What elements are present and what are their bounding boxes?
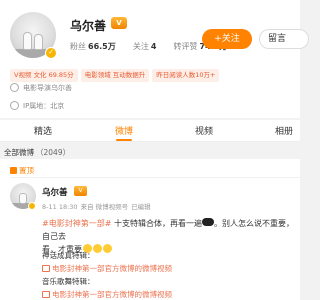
section-title: 神话成真特辑： <box>42 251 95 260</box>
verified-badge-icon: ✓ <box>45 47 57 59</box>
profile-header: ✓ 乌尔善 V 粉丝66.5万 关注4 转评赞74.9万 +关注 留言 V视频 … <box>0 0 309 118</box>
video-icon <box>42 291 50 298</box>
tab-weibo[interactable]: 微博 <box>115 124 133 137</box>
feed: 置顶 乌尔善 V 8-11 18:30 来自 微博视频号 已编辑 #电影封神第一部#… <box>0 159 300 300</box>
post-source: 来自 微博视频号 <box>80 203 129 211</box>
verified-icon <box>10 83 19 92</box>
profession-text: 电影导演乌尔善 <box>23 84 72 92</box>
weibo-count: （2049） <box>36 148 71 157</box>
fans-label: 粉丝 <box>70 42 86 51</box>
tab-video[interactable]: 视频 <box>195 124 213 137</box>
post-author-name[interactable]: 乌尔善 <box>42 186 68 198</box>
ip-row: IP属地：北京 <box>10 101 64 111</box>
verified-badge-icon <box>28 202 36 210</box>
post-text: 十支特辑合体，再看一遍 <box>111 219 202 228</box>
avatar-figure <box>34 34 43 50</box>
post-meta: 8-11 18:30 来自 微博视频号 已编辑 <box>42 201 154 211</box>
post-time[interactable]: 8-11 18:30 <box>42 203 78 211</box>
read-tag[interactable]: 昨日阅读人数10万+ <box>152 69 220 82</box>
section-title: 音乐歌舞特辑： <box>42 277 95 286</box>
profession-row: 电影导演乌尔善 <box>10 83 72 93</box>
hashtag-link[interactable]: #电影封神第一部# <box>42 219 111 228</box>
sunglasses-emoji-icon <box>201 218 214 226</box>
profile-tabs: 精选 微博 视频 相册 <box>0 120 300 142</box>
video-link-text[interactable]: 电影封神第一部官方微博的微博视频 <box>52 290 172 299</box>
pin-icon <box>10 167 17 174</box>
vip-crown-icon: V <box>111 17 127 29</box>
video-link[interactable]: 电影封神第一部官方微博的微博视频 <box>42 289 172 300</box>
video-icon <box>42 265 50 272</box>
follow-button[interactable]: +关注 <box>202 29 252 49</box>
field-tag[interactable]: 电影领域 互动数据升 <box>80 69 150 82</box>
all-weibo-label: 全部微博 <box>4 148 34 157</box>
pinned-label: 置顶 <box>10 165 34 176</box>
tab-album[interactable]: 相册 <box>275 124 293 137</box>
profile-username: 乌尔善 <box>70 19 107 33</box>
message-button[interactable]: 留言 <box>259 29 309 49</box>
video-link-text[interactable]: 电影封神第一部官方微博的微博视频 <box>52 264 172 273</box>
all-weibo-bar[interactable]: 全部微博 （2049） <box>0 143 300 159</box>
smile-emoji-icon <box>102 244 112 253</box>
avatar-figure <box>23 32 32 50</box>
avatar-figure <box>19 193 27 204</box>
active-tab-indicator <box>116 139 132 141</box>
following-count[interactable]: 4 <box>151 42 157 51</box>
pinned-text: 置顶 <box>19 166 34 175</box>
fans-count[interactable]: 66.5万 <box>88 42 116 51</box>
likes-label: 转评赞 <box>173 42 198 51</box>
tab-featured[interactable]: 精选 <box>34 124 52 137</box>
ip-text: IP属地：北京 <box>23 102 65 110</box>
profile-tags: V视频 文化 69.85分 电影领域 互动数据升 昨日阅读人数10万+ <box>10 62 222 82</box>
post-edited: 已编辑 <box>131 203 151 211</box>
divider <box>10 177 300 178</box>
vip-crown-icon: V <box>74 186 87 196</box>
vip-tag[interactable]: V视频 文化 69.85分 <box>10 69 78 82</box>
video-link[interactable]: 电影封神第一部官方微博的微博视频 <box>42 263 172 274</box>
location-icon <box>10 101 19 110</box>
following-label: 关注 <box>132 42 149 51</box>
